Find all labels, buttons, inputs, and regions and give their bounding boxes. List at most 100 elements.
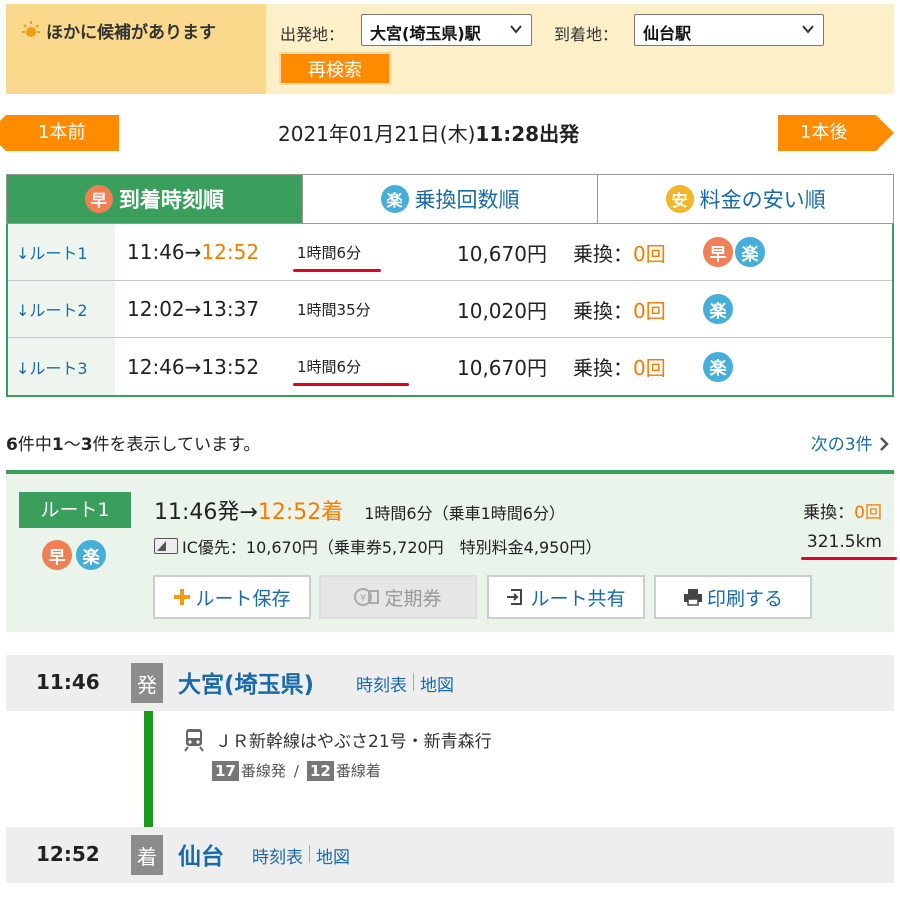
yen-ticket-icon: ¥ (354, 588, 380, 606)
count-range-sep: ～ (63, 435, 81, 455)
route-row-1[interactable]: ↓ルート1 11:46→12:52 1時間6分 10,670円 乗換：0回 早 … (8, 224, 892, 281)
route-badges: 楽 (703, 351, 733, 382)
route-times: 12:02→13:37 (127, 297, 297, 321)
transfer-count: 0回 (633, 298, 666, 323)
route-badges: 早 楽 (703, 237, 765, 267)
detail-badges: 早 楽 (42, 540, 106, 570)
svg-text:¥: ¥ (360, 593, 366, 604)
next-results-link[interactable]: 次の3件 (811, 430, 890, 455)
detail-fare: IC優先：10,670円（乗車券5,720円 特別料金4,950円） (154, 534, 602, 558)
printer-icon (683, 589, 702, 606)
easy-badge-icon: 楽 (380, 185, 409, 213)
station-links: 時刻表 地図 (252, 843, 350, 868)
plus-icon (174, 589, 191, 605)
divider (413, 673, 414, 691)
platform-info: 17 番線発 / 12 番線着 (212, 760, 381, 781)
departure-label: 出発地： (280, 25, 345, 44)
save-route-button[interactable]: ルート保存 (153, 575, 311, 619)
route-list: ↓ルート1 11:46→12:52 1時間6分 10,670円 乗換：0回 早 … (6, 224, 894, 397)
route-link-2[interactable]: ↓ルート2 (8, 281, 115, 337)
detail-duration: 1時間6分（乗車1時間6分） (364, 504, 565, 523)
train-line-bar (144, 697, 153, 841)
departure-select-value: 大宮(埼玉県)駅 (370, 24, 481, 43)
arrival-select[interactable]: 仙台駅 (634, 14, 824, 46)
route-row-2[interactable]: ↓ルート2 12:02→13:37 1時間35分 10,020円 乗換：0回 楽 (8, 281, 892, 338)
dep-time: 11:46 (127, 240, 185, 264)
arrival-mark: 着 (131, 835, 163, 875)
fast-badge-icon: 早 (84, 185, 113, 213)
chevron-right-icon (880, 437, 889, 451)
tab-label: 到着時刻順 (118, 188, 224, 212)
route-badges: 楽 (703, 294, 733, 324)
arr-platform-label: 番線着 (335, 762, 381, 780)
tab-label: 料金の安い順 (699, 188, 826, 212)
route-transfer: 乗換：0回 (573, 238, 703, 267)
share-route-label: ルート共有 (530, 587, 626, 610)
dep-platform-number: 17 (212, 760, 239, 781)
station-name[interactable]: 仙台 (178, 837, 224, 871)
arrow: → (184, 240, 202, 264)
departure-datetime: 2021年01月21日(木)11:28出発 (278, 118, 579, 147)
next-results-label: 次の3件 (810, 435, 873, 455)
next-train-button[interactable]: 1本後 (778, 115, 894, 151)
arrival-label: 到着地： (554, 25, 619, 44)
departure-mark: 発 (131, 663, 163, 703)
transfer-count: 0回 (633, 241, 666, 266)
tab-fare-order[interactable]: 安 料金の安い順 (598, 175, 893, 223)
route-detail-card: ルート1 早 楽 11:46発→12:52着 1時間6分（乗車1時間6分） IC… (6, 470, 898, 632)
route-row-3[interactable]: ↓ルート3 12:46→13:52 1時間6分 10,670円 乗換：0回 楽 (8, 338, 892, 395)
count-part2: 件を表示しています。 (92, 435, 261, 455)
banner-title: ほかに候補があります (20, 18, 216, 43)
route-fare: 10,020円 (457, 298, 547, 323)
route-link-3[interactable]: ↓ルート3 (8, 338, 115, 395)
route-link-1[interactable]: ↓ルート1 (8, 224, 115, 280)
prev-train-button[interactable]: 1本前 (0, 115, 119, 151)
share-icon (507, 589, 523, 605)
easy-badge-icon: 楽 (703, 351, 733, 382)
ic-card-icon (154, 538, 178, 554)
route-fare: 10,670円 (457, 356, 547, 380)
route-duration: 1時間6分 (293, 356, 457, 386)
arrival-select-value: 仙台駅 (643, 24, 692, 43)
tab-arrival-order[interactable]: 早 到着時刻順 (7, 175, 303, 223)
detail-fare-text: IC優先：10,670円（乗車券5,720円 特別料金4,950円） (182, 538, 602, 557)
easy-badge-icon: 楽 (735, 237, 765, 267)
count-range-end: 3 (80, 435, 93, 455)
tab-transfer-order[interactable]: 楽 乗換回数順 (303, 175, 599, 223)
arrow: → (184, 354, 202, 379)
tab-label: 乗換回数順 (414, 188, 520, 212)
timetable-link[interactable]: 時刻表 (356, 671, 407, 696)
detail-times: 11:46発→12:52着 1時間6分（乗車1時間6分） (154, 494, 565, 526)
departure-select[interactable]: 大宮(埼玉県)駅 (361, 14, 532, 46)
candidate-banner: ほかに候補があります 出発地： 大宮(埼玉県)駅 到着地： 仙台駅 再検索 (6, 4, 894, 94)
route-times: 11:46→12:52 (127, 240, 297, 264)
print-button[interactable]: 印刷する (654, 575, 812, 619)
train-icon (184, 728, 204, 752)
platform-separator: / (293, 761, 299, 780)
station-time: 11:46 (36, 670, 100, 694)
station-time: 12:52 (36, 842, 100, 866)
route-times: 12:46→13:52 (127, 355, 297, 379)
arrow: → (239, 500, 258, 525)
easy-badge-icon: 楽 (76, 540, 106, 570)
route-duration: 1時間6分 (293, 242, 457, 272)
count-part1: 件中 (17, 435, 52, 455)
map-link[interactable]: 地図 (316, 843, 350, 868)
route-label: ルート1 (19, 492, 131, 528)
map-link[interactable]: 地図 (420, 671, 454, 696)
research-button[interactable]: 再検索 (279, 52, 391, 85)
transfer-label: 乗換： (573, 241, 633, 266)
route-transfer: 乗換：0回 (573, 352, 703, 381)
route-distance: 321.5km (800, 532, 898, 560)
departure-time: 11:28出発 (475, 122, 580, 146)
station-name[interactable]: 大宮(埼玉県) (178, 665, 314, 699)
dep-time: 12:02 (127, 297, 185, 321)
result-count: 6件中1～3件を表示しています。 (6, 430, 260, 455)
share-route-button[interactable]: ルート共有 (487, 575, 645, 619)
timetable-link[interactable]: 時刻表 (252, 843, 303, 868)
route-duration: 1時間35分 (297, 300, 371, 319)
commuter-pass-button[interactable]: ¥ 定期券 (319, 575, 477, 619)
route-transfer: 乗換：0回 (573, 295, 703, 324)
train-info: ＪＲ新幹線はやぶさ21号・新青森行 (183, 727, 492, 752)
fast-badge-icon: 早 (703, 237, 733, 267)
